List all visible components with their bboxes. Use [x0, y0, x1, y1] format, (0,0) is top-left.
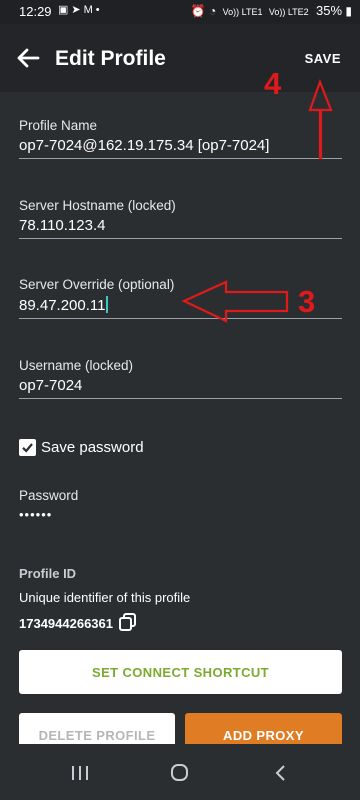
status-bar: 12:29 ▣➤M• ⏰ ◔ Vo)) LTE1 Vo)) LTE2 35% ▮ [0, 0, 360, 24]
username-field: Username (locked) op7-7024 [19, 358, 342, 399]
gallery-icon: ▣ [58, 4, 72, 16]
alarm-icon: ⏰ [190, 4, 206, 18]
status-time: 12:29 [19, 4, 52, 19]
profile-id-value: 1734944266361 [19, 616, 113, 631]
signal-1: Vo)) LTE1 [222, 7, 263, 17]
arrow-left-icon [17, 48, 40, 68]
app-bar: Edit Profile SAVE [0, 24, 360, 92]
text-cursor [106, 296, 109, 313]
battery-level: 35% [316, 3, 343, 18]
server-override-field[interactable]: Server Override (optional) 89.47.200.11 [19, 277, 342, 319]
annotation-step-3: 3 [298, 284, 316, 319]
set-connect-shortcut-button[interactable]: SET CONNECT SHORTCUT [19, 650, 342, 694]
profile-name-label: Profile Name [19, 118, 98, 133]
signal-2: Vo)) LTE2 [268, 7, 309, 17]
save-password-checkbox[interactable] [19, 439, 36, 456]
checkmark-icon [22, 443, 33, 453]
profile-name-input[interactable]: op7-7024@162.19.175.34 [op7-7024] [19, 137, 342, 159]
save-button[interactable]: SAVE [305, 51, 341, 66]
profile-id-heading: Profile ID [19, 566, 77, 581]
username-input: op7-7024 [19, 377, 342, 399]
back-button[interactable] [14, 44, 42, 72]
server-hostname-field: Server Hostname (locked) 78.110.123.4 [19, 198, 342, 239]
password-field[interactable]: Password •••••• [19, 488, 342, 526]
chevron-left-icon [275, 765, 285, 781]
save-password-label: Save password [41, 439, 144, 456]
home-icon [171, 764, 188, 781]
edit-profile-form: Profile Name op7-7024@162.19.175.34 [op7… [0, 92, 360, 744]
recent-apps-button[interactable] [68, 764, 92, 782]
notification-icons: ▣➤M• [58, 3, 103, 16]
username-label: Username (locked) [19, 358, 134, 373]
back-nav-button[interactable] [270, 764, 294, 782]
server-override-value: 89.47.200.11 [19, 297, 106, 314]
password-input[interactable]: •••••• [19, 507, 342, 526]
gmail-icon: M [83, 4, 96, 16]
page-title: Edit Profile [55, 47, 166, 70]
battery-icon: ▮ [345, 4, 352, 18]
profile-id-description: Unique identifier of this profile [19, 590, 191, 605]
profile-id-row: 1734944266361 [19, 612, 138, 635]
telegram-icon: ➤ [71, 4, 84, 16]
profile-name-field[interactable]: Profile Name op7-7024@162.19.175.34 [op7… [19, 118, 342, 159]
server-hostname-input: 78.110.123.4 [19, 217, 342, 239]
server-override-label: Server Override (optional) [19, 277, 175, 292]
server-override-input[interactable]: 89.47.200.11 [19, 296, 342, 319]
copy-icon[interactable] [118, 612, 138, 635]
dot-icon: • [95, 4, 103, 16]
home-button[interactable] [168, 764, 192, 782]
recent-apps-icon [72, 766, 88, 780]
wifi-icon: ◔ [209, 4, 217, 18]
save-password-row[interactable]: Save password [19, 439, 144, 456]
server-hostname-label: Server Hostname (locked) [19, 198, 176, 213]
password-label: Password [19, 488, 79, 503]
status-right: ⏰ ◔ Vo)) LTE1 Vo)) LTE2 35% ▮ [191, 3, 352, 18]
system-nav-bar [0, 744, 360, 800]
annotation-step-4: 4 [264, 66, 282, 101]
